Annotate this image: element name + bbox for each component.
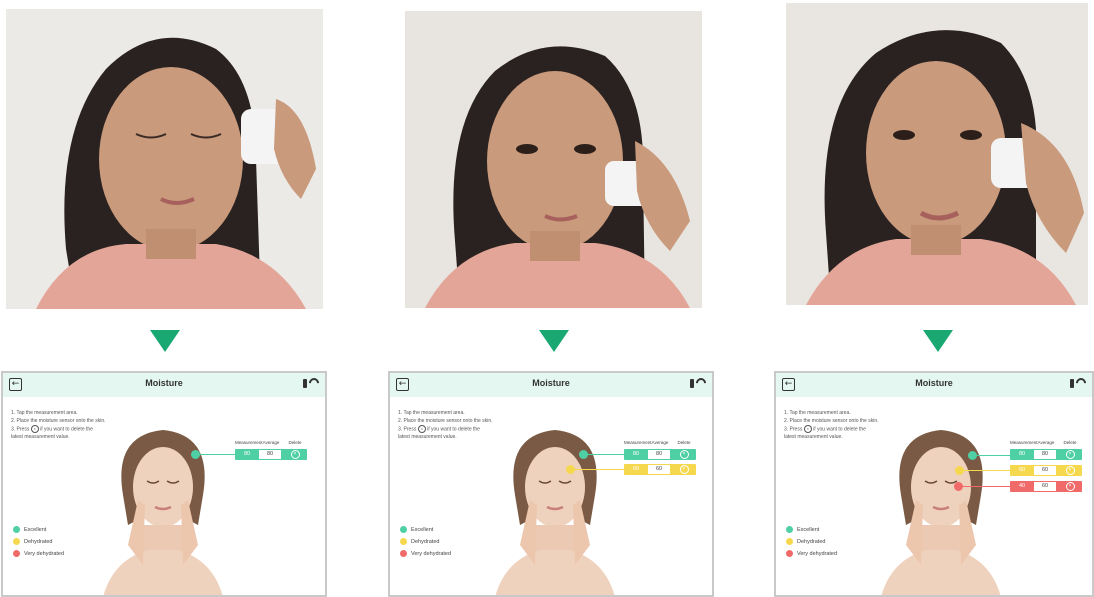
- connector-line: [574, 469, 624, 470]
- table-header: MeasurementAverage Delete: [1010, 440, 1077, 445]
- legend-item: Excellent: [13, 526, 64, 538]
- legend-item: Very dehydrated: [786, 550, 837, 562]
- measurement-point-dehydrated[interactable]: [566, 465, 575, 474]
- delete-x-icon[interactable]: ×: [1065, 466, 1075, 475]
- legend-item: Excellent: [400, 526, 451, 538]
- face-model-illustration: [881, 430, 1001, 595]
- measurement-point-excellent[interactable]: [968, 451, 977, 460]
- header-bar: ← Moisture: [776, 373, 1092, 397]
- page-title: Moisture: [915, 378, 953, 388]
- table-row: 80 80 ×: [624, 449, 696, 460]
- device-status: [303, 375, 322, 391]
- battery-icon: [690, 378, 694, 388]
- delete-x-icon[interactable]: ×: [1065, 450, 1075, 459]
- battery-icon: [1070, 378, 1074, 388]
- delete-x-icon[interactable]: ×: [679, 450, 689, 459]
- table-header: MeasurementAverage Delete: [235, 440, 302, 445]
- bluetooth-signal-icon: [693, 375, 709, 391]
- legend: Excellent Dehydrated Very dehydrated: [13, 526, 64, 562]
- photo-measuring-cheek: [405, 11, 702, 308]
- measurement-point-excellent[interactable]: [579, 450, 588, 459]
- measurement-point-dehydrated[interactable]: [955, 466, 964, 475]
- down-arrow-icon: [539, 330, 569, 352]
- legend: Excellent Dehydrated Very dehydrated: [786, 526, 837, 562]
- photo-measuring-forehead: [6, 9, 323, 309]
- table-row: 60 60 ×: [1010, 465, 1082, 476]
- connector-line: [197, 454, 235, 455]
- down-arrow-icon: [150, 330, 180, 352]
- face-model-illustration: [495, 430, 615, 595]
- device-status: [1070, 375, 1089, 391]
- measurement-point-very-dehydrated[interactable]: [954, 482, 963, 491]
- table-row: 40 60 ×: [1010, 481, 1082, 492]
- delete-x-icon: ×: [30, 425, 39, 433]
- measurement-point-excellent[interactable]: [191, 450, 200, 459]
- legend-item: Excellent: [786, 526, 837, 538]
- delete-x-icon[interactable]: ×: [1065, 482, 1075, 491]
- delete-x-icon[interactable]: ×: [290, 450, 300, 459]
- legend-item: Dehydrated: [786, 538, 837, 550]
- delete-x-icon: ×: [417, 425, 426, 433]
- legend: Excellent Dehydrated Very dehydrated: [400, 526, 451, 562]
- page-title: Moisture: [532, 378, 570, 388]
- moisture-screen-2: ← Moisture 1. Tap the measurement area. …: [388, 371, 714, 597]
- connector-line: [962, 486, 1010, 487]
- legend-item: Dehydrated: [13, 538, 64, 550]
- header-bar: ← Moisture: [390, 373, 712, 397]
- delete-x-icon: ×: [803, 425, 812, 433]
- connector-line: [974, 455, 1010, 456]
- battery-icon: [303, 378, 307, 388]
- instructions: 1. Tap the measurement area. 2. Place th…: [398, 410, 493, 441]
- page-title: Moisture: [145, 378, 183, 388]
- header-bar: ← Moisture: [3, 373, 325, 397]
- instructions: 1. Tap the measurement area. 2. Place th…: [11, 410, 106, 441]
- table-row: 60 60 ×: [624, 464, 696, 475]
- table-row: 80 80 ×: [1010, 449, 1082, 460]
- legend-item: Very dehydrated: [13, 550, 64, 562]
- legend-item: Dehydrated: [400, 538, 451, 550]
- connector-line: [586, 454, 624, 455]
- table-header: MeasurementAverage Delete: [624, 440, 691, 445]
- instructions: 1. Tap the measurement area. 2. Place th…: [784, 410, 879, 441]
- face-model-illustration: [103, 430, 223, 595]
- moisture-screen-3: ← Moisture 1. Tap the measurement area. …: [774, 371, 1094, 597]
- moisture-screen-1: ← Moisture 1. Tap the measurement area. …: [1, 371, 327, 597]
- photo-measuring-lower-cheek: [786, 3, 1088, 305]
- bluetooth-signal-icon: [306, 375, 322, 391]
- down-arrow-icon: [923, 330, 953, 352]
- bluetooth-signal-icon: [1073, 375, 1089, 391]
- device-status: [690, 375, 709, 391]
- delete-x-icon[interactable]: ×: [679, 465, 689, 474]
- connector-line: [962, 470, 1010, 471]
- legend-item: Very dehydrated: [400, 550, 451, 562]
- table-row: 80 80 ×: [235, 449, 307, 460]
